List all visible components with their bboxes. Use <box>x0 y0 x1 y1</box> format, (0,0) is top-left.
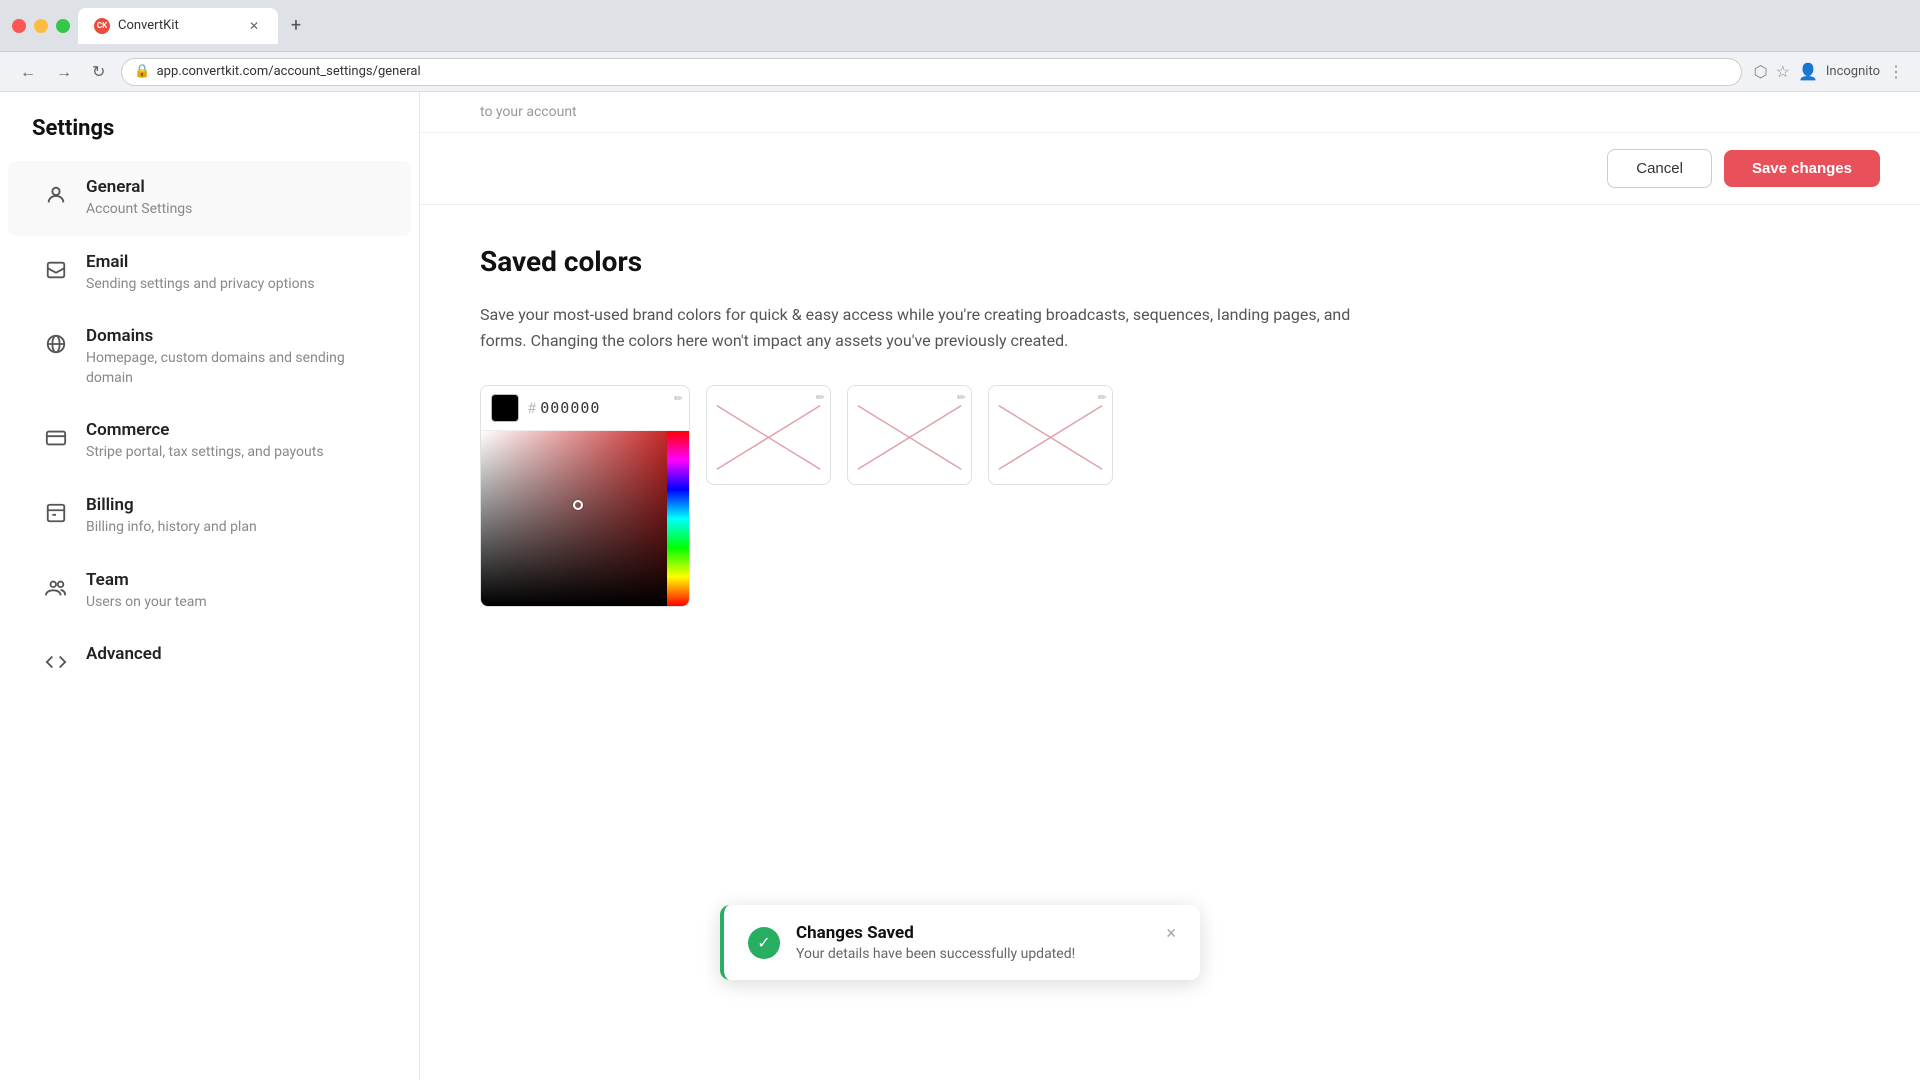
color-swatches-row: ✏ # 000000 <box>480 385 1860 607</box>
sidebar-billing-text: Billing Billing info, history and plan <box>86 495 257 538</box>
window-max-btn[interactable] <box>56 19 70 33</box>
billing-icon <box>40 497 72 529</box>
sidebar-item-commerce[interactable]: Commerce Stripe portal, tax settings, an… <box>8 404 411 479</box>
sidebar-general-label: General <box>86 177 192 197</box>
pencil-icon-swatch-3[interactable]: ✏ <box>1098 391 1107 404</box>
sidebar-commerce-label: Commerce <box>86 420 324 440</box>
color-picker-container[interactable]: ✏ # 000000 <box>480 385 690 607</box>
empty-color-swatch-3[interactable]: ✏ <box>988 385 1113 485</box>
address-bar-row: ← → ↻ 🔒 app.convertkit.com/account_setti… <box>0 52 1920 92</box>
url-text: app.convertkit.com/account_settings/gene… <box>157 64 421 79</box>
sidebar-domains-text: Domains Homepage, custom domains and sen… <box>86 326 379 388</box>
toast-text: Changes Saved Your details have been suc… <box>796 923 1075 962</box>
person-icon <box>40 179 72 211</box>
empty-color-swatch-1[interactable]: ✏ <box>706 385 831 485</box>
browser-toolbar-icons: ⬡ ☆ 👤 Incognito ⋮ <box>1754 62 1904 81</box>
sidebar-item-advanced[interactable]: Advanced <box>8 628 411 694</box>
sidebar-team-text: Team Users on your team <box>86 570 207 613</box>
sidebar-advanced-label: Advanced <box>86 644 162 664</box>
browser-chrome: CK ConvertKit ✕ + <box>0 0 1920 52</box>
tab-bar: CK ConvertKit ✕ + <box>78 8 1908 44</box>
profile-icon[interactable]: 👤 <box>1798 62 1818 81</box>
sidebar: Settings General Account Settings Email <box>0 92 420 1080</box>
sidebar-item-domains[interactable]: Domains Homepage, custom domains and sen… <box>8 310 411 404</box>
cast-icon[interactable]: ⬡ <box>1754 62 1768 81</box>
sidebar-domains-label: Domains <box>86 326 379 346</box>
sidebar-item-billing[interactable]: Billing Billing info, history and plan <box>8 479 411 554</box>
menu-icon[interactable]: ⋮ <box>1888 62 1904 81</box>
card-icon <box>40 422 72 454</box>
team-icon <box>40 572 72 604</box>
sidebar-general-text: General Account Settings <box>86 177 192 220</box>
refresh-btn[interactable]: ↻ <box>88 58 109 85</box>
inbox-icon <box>40 254 72 286</box>
sidebar-billing-label: Billing <box>86 495 257 515</box>
bookmark-icon[interactable]: ☆ <box>1776 62 1790 81</box>
window-close-btn[interactable] <box>12 19 26 33</box>
sidebar-email-text: Email Sending settings and privacy optio… <box>86 252 315 295</box>
sidebar-title: Settings <box>0 116 419 161</box>
section-description: Save your most-used brand colors for qui… <box>480 302 1380 353</box>
active-tab[interactable]: CK ConvertKit ✕ <box>78 8 278 44</box>
section-title: Saved colors <box>480 245 1860 278</box>
sidebar-item-team[interactable]: Team Users on your team <box>8 554 411 629</box>
globe-icon <box>40 328 72 360</box>
sidebar-email-label: Email <box>86 252 315 272</box>
pencil-top-icon[interactable]: ✏ <box>674 392 683 405</box>
tab-title: ConvertKit <box>118 18 179 33</box>
sidebar-item-email[interactable]: Email Sending settings and privacy optio… <box>8 236 411 311</box>
hue-strip[interactable] <box>667 431 689 606</box>
toast-notification: ✓ Changes Saved Your details have been s… <box>720 905 1200 980</box>
sidebar-billing-sub: Billing info, history and plan <box>86 518 257 538</box>
color-hex-value: 000000 <box>540 399 600 417</box>
sidebar-team-sub: Users on your team <box>86 593 207 613</box>
sidebar-commerce-text: Commerce Stripe portal, tax settings, an… <box>86 420 324 463</box>
sidebar-general-sub: Account Settings <box>86 200 192 220</box>
forward-btn[interactable]: → <box>52 58 76 86</box>
empty-color-swatch-2[interactable]: ✏ <box>847 385 972 485</box>
sidebar-item-general[interactable]: General Account Settings <box>8 161 411 236</box>
window-controls <box>12 19 70 33</box>
picker-top-row: # 000000 <box>481 386 689 431</box>
toast-title: Changes Saved <box>796 923 1075 943</box>
top-partial-text: to your account <box>420 92 1920 133</box>
color-swatch-black[interactable] <box>491 394 519 422</box>
tab-close-btn[interactable]: ✕ <box>246 18 262 34</box>
window-min-btn[interactable] <box>34 19 48 33</box>
saved-colors-section: Saved colors Save your most-used brand c… <box>420 205 1920 647</box>
sidebar-commerce-sub: Stripe portal, tax settings, and payouts <box>86 443 324 463</box>
toast-close-btn[interactable]: × <box>1166 923 1176 944</box>
new-tab-btn[interactable]: + <box>282 12 310 40</box>
pencil-icon-swatch-1[interactable]: ✏ <box>816 391 825 404</box>
hash-symbol: # <box>527 399 536 417</box>
back-btn[interactable]: ← <box>16 58 40 86</box>
save-changes-button[interactable]: Save changes <box>1724 150 1880 187</box>
sidebar-email-sub: Sending settings and privacy options <box>86 275 315 295</box>
gradient-cursor <box>573 500 583 510</box>
picker-body[interactable] <box>481 431 689 606</box>
address-bar[interactable]: 🔒 app.convertkit.com/account_settings/ge… <box>121 58 1741 86</box>
action-bar: Cancel Save changes <box>420 133 1920 205</box>
sidebar-team-label: Team <box>86 570 207 590</box>
sidebar-domains-sub: Homepage, custom domains and sending dom… <box>86 349 379 388</box>
toast-subtitle: Your details have been successfully upda… <box>796 946 1075 962</box>
sidebar-advanced-text: Advanced <box>86 644 162 667</box>
cancel-button[interactable]: Cancel <box>1607 149 1712 188</box>
toast-success-icon: ✓ <box>748 927 780 959</box>
lock-icon: 🔒 <box>134 64 150 79</box>
tab-favicon: CK <box>94 18 110 34</box>
incognito-label: Incognito <box>1826 64 1880 79</box>
code-icon <box>40 646 72 678</box>
pencil-icon-swatch-2[interactable]: ✏ <box>957 391 966 404</box>
gradient-picker[interactable] <box>481 431 667 606</box>
